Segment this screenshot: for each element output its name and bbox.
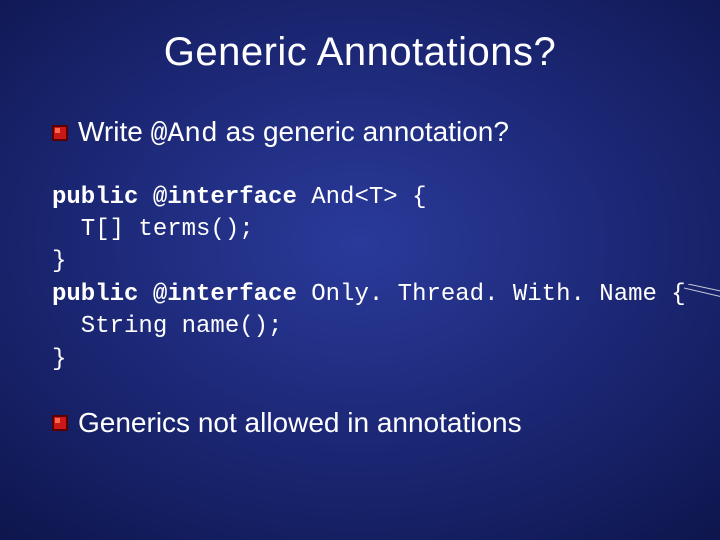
code-block: public @interface And<T> { T[] terms(); …: [52, 182, 670, 376]
slide: Generic Annotations? Write @And as gener…: [0, 0, 720, 540]
bullet-2-text: Generics not allowed in annotations: [78, 406, 522, 440]
bullet-item-2: Generics not allowed in annotations: [52, 406, 670, 440]
code-l6: }: [52, 346, 66, 373]
bullet-1-post: as generic annotation?: [218, 116, 509, 147]
square-bullet-icon: [52, 125, 68, 141]
bullet-1-text: Write @And as generic annotation?: [78, 115, 509, 152]
code-kw-1: public @interface: [52, 184, 297, 211]
square-bullet-icon: [52, 415, 68, 431]
code-l1b: And<T> {: [297, 184, 427, 211]
code-l2: T[] terms();: [52, 216, 254, 243]
bullet-1-code: @And: [151, 119, 218, 150]
code-l5: String name();: [52, 313, 282, 340]
bullet-item-1: Write @And as generic annotation?: [52, 115, 670, 152]
slide-title: Generic Annotations?: [50, 30, 670, 75]
bullet-1-pre: Write: [78, 116, 151, 147]
code-l3: }: [52, 248, 66, 275]
code-kw-2: public @interface: [52, 281, 297, 308]
code-l4b: Only. Thread. With. Name {: [297, 281, 686, 308]
